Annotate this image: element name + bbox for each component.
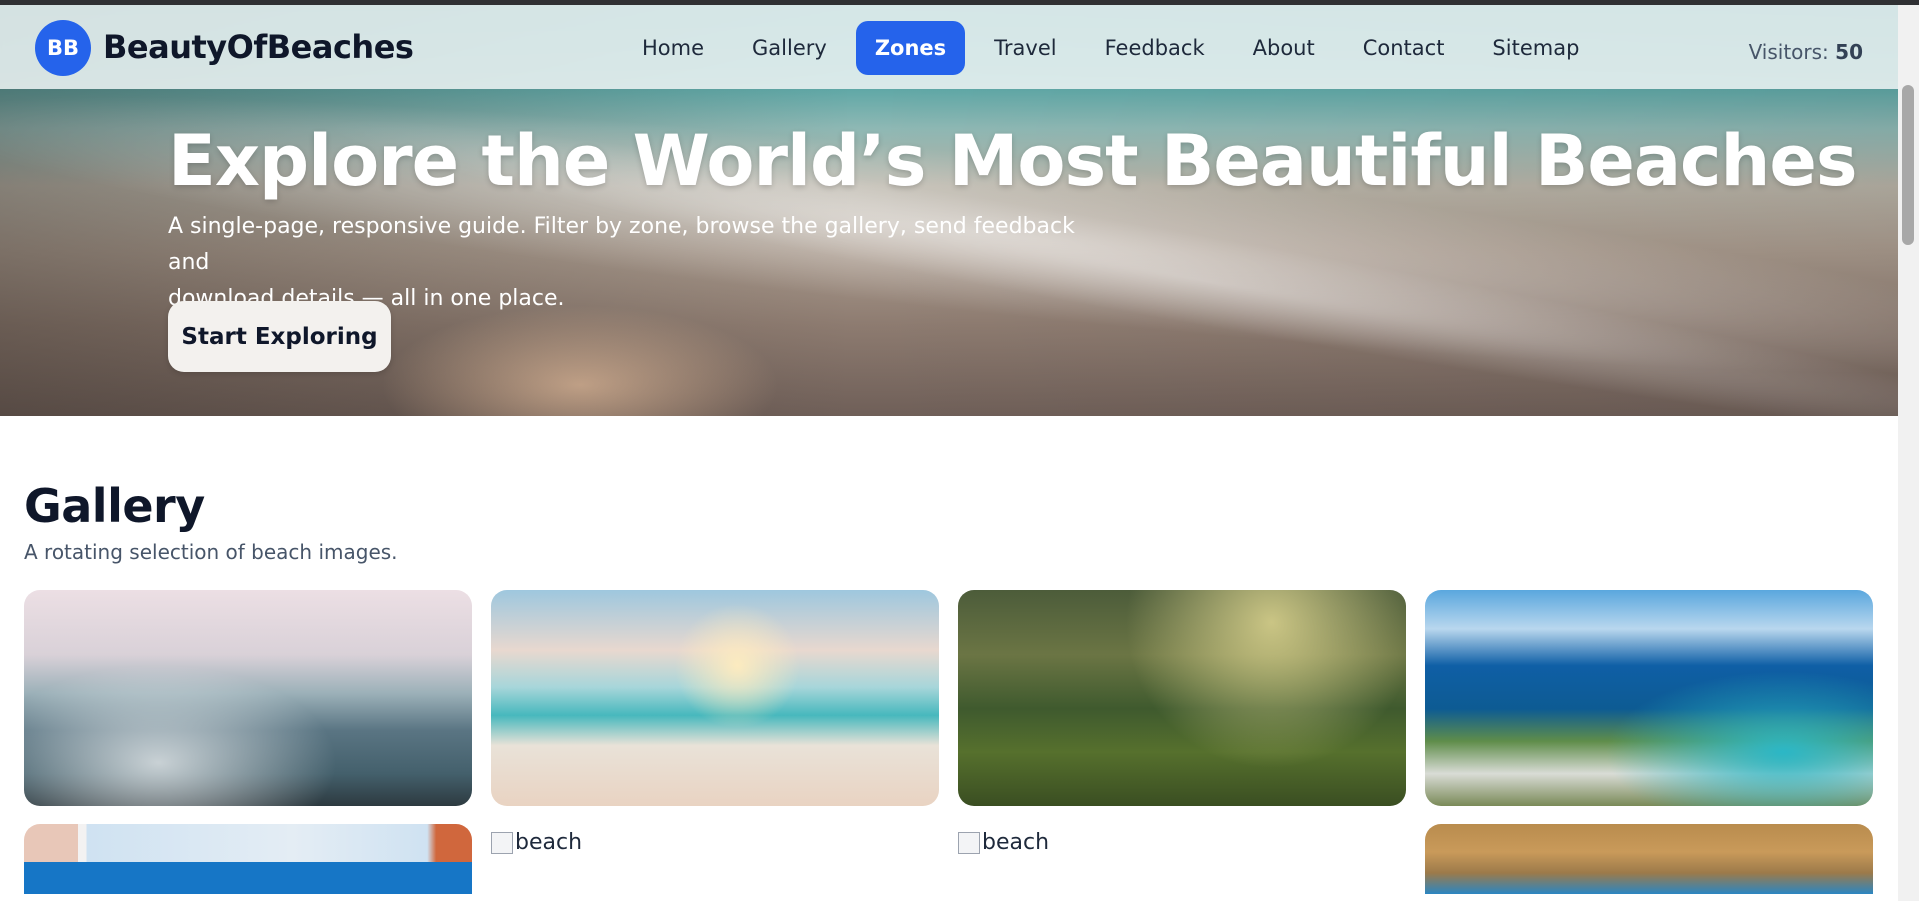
brand-name[interactable]: BeautyOfBeaches [103, 28, 414, 66]
gallery-image[interactable] [958, 590, 1406, 806]
gallery-image[interactable] [1425, 590, 1873, 806]
nav-about[interactable]: About [1234, 21, 1334, 75]
page-scrollbar[interactable] [1898, 5, 1919, 901]
nav-feedback[interactable]: Feedback [1086, 21, 1224, 75]
gallery-subtitle: A rotating selection of beach images. [24, 540, 398, 564]
nav-home[interactable]: Home [623, 21, 723, 75]
start-exploring-button[interactable]: Start Exploring [168, 301, 391, 372]
scrollbar-thumb[interactable] [1902, 85, 1914, 245]
broken-image-alt: beach [982, 830, 1050, 855]
broken-image-icon [491, 831, 513, 854]
broken-image-alt: beach [515, 830, 583, 855]
gallery-image[interactable] [24, 824, 472, 894]
gallery-image-sea [24, 862, 472, 894]
visitor-counter: Visitors: 50 [1749, 40, 1863, 64]
hero-title: Explore the World’s Most Beautiful Beach… [168, 120, 1858, 202]
hero-sun-reflection [380, 305, 780, 416]
nav-sitemap[interactable]: Sitemap [1473, 21, 1598, 75]
visitor-count: 50 [1835, 40, 1863, 64]
gallery-title: Gallery [24, 479, 205, 533]
gallery-image[interactable] [24, 590, 472, 806]
nav-contact[interactable]: Contact [1344, 21, 1464, 75]
visitor-label: Visitors: [1748, 40, 1829, 64]
gallery-image-broken[interactable]: beach [491, 830, 582, 855]
gallery-image[interactable] [491, 590, 939, 806]
gallery-image-broken[interactable]: beach [958, 830, 1049, 855]
nav-travel[interactable]: Travel [975, 21, 1075, 75]
logo-badge[interactable]: BB [35, 20, 91, 76]
nav-zones[interactable]: Zones [855, 21, 966, 75]
nav-gallery[interactable]: Gallery [733, 21, 846, 75]
broken-image-icon [958, 831, 980, 854]
navbar: BB BeautyOfBeaches Home Gallery Zones Tr… [0, 5, 1898, 89]
main-nav: Home Gallery Zones Travel Feedback About… [623, 20, 1608, 76]
gallery-image[interactable] [1425, 824, 1873, 894]
hero-subtitle-line: A single-page, responsive guide. Filter … [168, 214, 1075, 275]
